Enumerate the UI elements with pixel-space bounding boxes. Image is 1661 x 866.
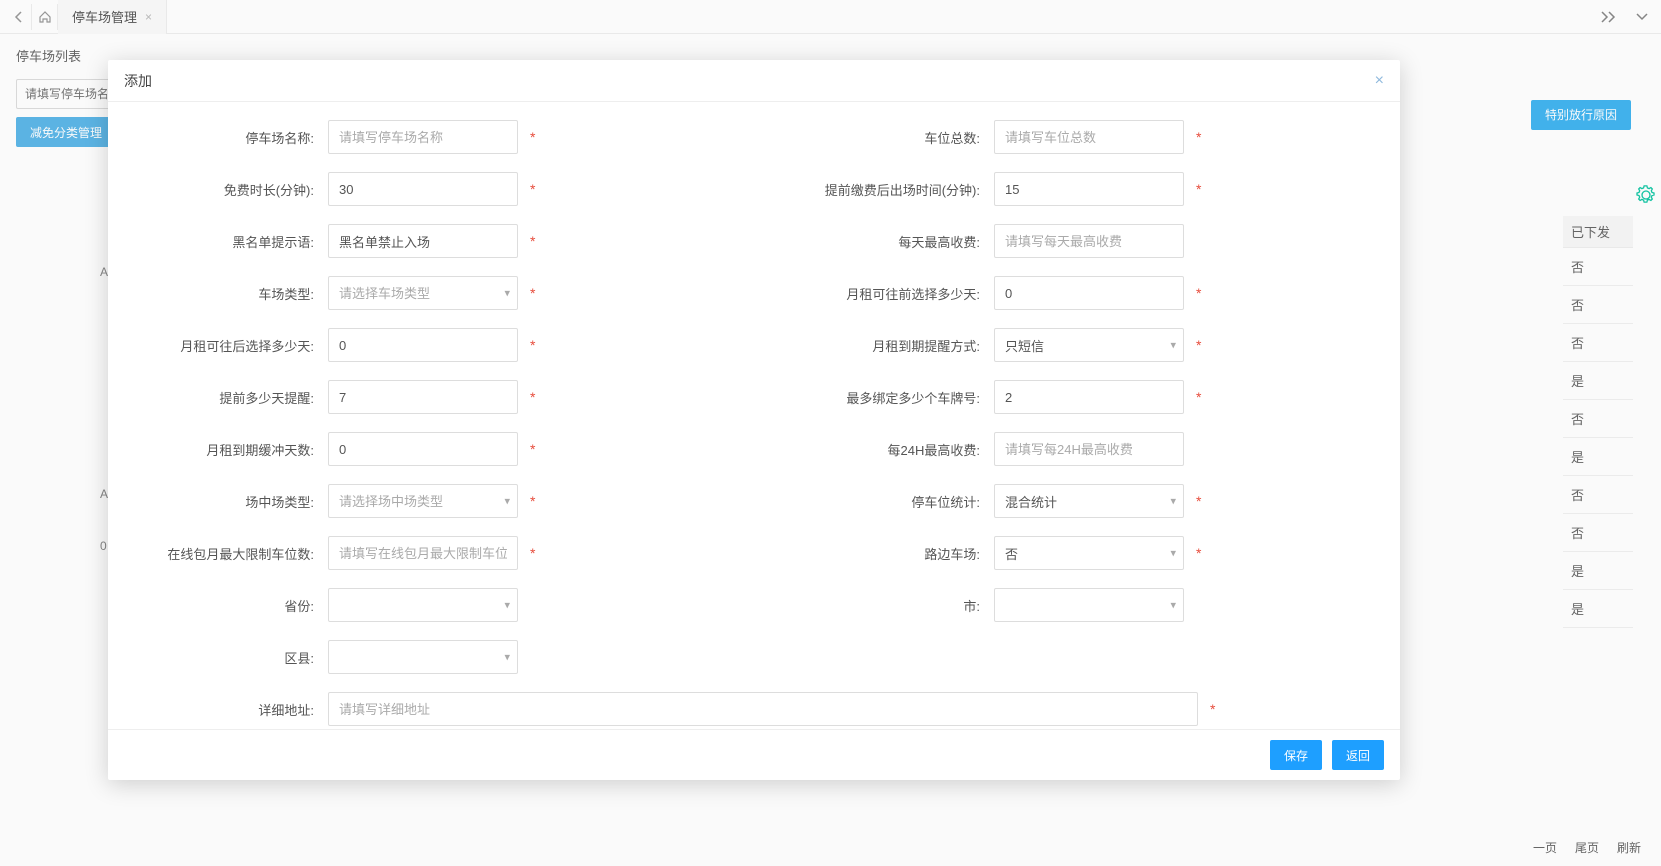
label-monthly-after: 月租可往后选择多少天: (138, 336, 328, 355)
field-leave-minutes: 提前缴费后出场时间(分钟): * (804, 172, 1370, 206)
slot-stats-select[interactable] (994, 484, 1184, 518)
park-type-select[interactable] (328, 276, 518, 310)
total-slots-input[interactable] (994, 120, 1184, 154)
max-24h-input[interactable] (994, 432, 1184, 466)
field-monthly-after: 月租可往后选择多少天: * (138, 328, 704, 362)
required-star: * (1196, 337, 1201, 353)
field-slot-stats: 停车位统计: ▾ * (804, 484, 1370, 518)
field-online-limit: 在线包月最大限制车位数: * (138, 536, 704, 570)
free-minutes-input[interactable] (328, 172, 518, 206)
label-free-minutes: 免费时长(分钟): (138, 180, 328, 199)
required-star: * (1210, 701, 1215, 717)
label-total-slots: 车位总数: (804, 128, 994, 147)
required-star: * (1196, 493, 1201, 509)
label-address: 详细地址: (138, 700, 328, 719)
label-nested-type: 场中场类型: (138, 492, 328, 511)
back-button[interactable]: 返回 (1332, 740, 1384, 770)
field-park-name: 停车场名称: * (138, 120, 704, 154)
required-star: * (530, 441, 535, 457)
field-free-minutes: 免费时长(分钟): * (138, 172, 704, 206)
field-total-slots: 车位总数: * (804, 120, 1370, 154)
field-max-plates: 最多绑定多少个车牌号: * (804, 380, 1370, 414)
leave-minutes-input[interactable] (994, 172, 1184, 206)
label-province: 省份: (138, 596, 328, 615)
required-star: * (1196, 129, 1201, 145)
required-star: * (1196, 545, 1201, 561)
modal-header: 添加 × (108, 60, 1400, 102)
required-star: * (530, 129, 535, 145)
required-star: * (1196, 389, 1201, 405)
field-city: 市: ▾ * (804, 588, 1370, 622)
address-input[interactable] (328, 692, 1198, 726)
label-slot-stats: 停车位统计: (804, 492, 994, 511)
field-remind-method: 月租到期提醒方式: ▾ * (804, 328, 1370, 362)
required-star: * (530, 389, 535, 405)
required-star: * (530, 233, 535, 249)
roadside-select[interactable] (994, 536, 1184, 570)
monthly-before-input[interactable] (994, 276, 1184, 310)
field-nested-type: 场中场类型: ▾ * (138, 484, 704, 518)
buffer-days-input[interactable] (328, 432, 518, 466)
daily-max-input[interactable] (994, 224, 1184, 258)
label-monthly-before: 月租可往前选择多少天: (804, 284, 994, 303)
city-select[interactable] (994, 588, 1184, 622)
field-buffer-days: 月租到期缓冲天数: * (138, 432, 704, 466)
field-roadside: 路边车场: ▾ * (804, 536, 1370, 570)
close-icon[interactable]: × (1375, 72, 1384, 90)
blacklist-tip-input[interactable] (328, 224, 518, 258)
required-star: * (1196, 285, 1201, 301)
required-star: * (530, 545, 535, 561)
field-remind-days: 提前多少天提醒: * (138, 380, 704, 414)
field-district: 区县: ▾ * (138, 640, 704, 674)
label-max-24h: 每24H最高收费: (804, 440, 994, 459)
label-remind-method: 月租到期提醒方式: (804, 336, 994, 355)
label-park-type: 车场类型: (138, 284, 328, 303)
required-star: * (530, 493, 535, 509)
field-park-type: 车场类型: ▾ * (138, 276, 704, 310)
label-daily-max: 每天最高收费: (804, 232, 994, 251)
add-modal: 添加 × 停车场名称: * 车位总数: * 免费时长(分钟): * 提前缴 (108, 60, 1400, 780)
online-limit-input[interactable] (328, 536, 518, 570)
label-max-plates: 最多绑定多少个车牌号: (804, 388, 994, 407)
required-star: * (1196, 181, 1201, 197)
district-select[interactable] (328, 640, 518, 674)
label-roadside: 路边车场: (804, 544, 994, 563)
label-park-name: 停车场名称: (138, 128, 328, 147)
form-grid: 停车场名称: * 车位总数: * 免费时长(分钟): * 提前缴费后出场时间(分… (138, 120, 1370, 729)
province-select[interactable] (328, 588, 518, 622)
label-leave-minutes: 提前缴费后出场时间(分钟): (804, 180, 994, 199)
modal-body: 停车场名称: * 车位总数: * 免费时长(分钟): * 提前缴费后出场时间(分… (108, 102, 1400, 729)
label-buffer-days: 月租到期缓冲天数: (138, 440, 328, 459)
field-monthly-before: 月租可往前选择多少天: * (804, 276, 1370, 310)
park-name-input[interactable] (328, 120, 518, 154)
remind-method-select[interactable] (994, 328, 1184, 362)
field-max-24h: 每24H最高收费: * (804, 432, 1370, 466)
label-remind-days: 提前多少天提醒: (138, 388, 328, 407)
field-address: 详细地址: * (138, 692, 1370, 726)
nested-type-select[interactable] (328, 484, 518, 518)
label-city: 市: (804, 596, 994, 615)
field-blacklist-tip: 黑名单提示语: * (138, 224, 704, 258)
required-star: * (530, 181, 535, 197)
modal-footer: 保存 返回 (108, 729, 1400, 780)
field-daily-max: 每天最高收费: * (804, 224, 1370, 258)
save-button[interactable]: 保存 (1270, 740, 1322, 770)
modal-title: 添加 (124, 71, 152, 91)
label-district: 区县: (138, 648, 328, 667)
remind-days-input[interactable] (328, 380, 518, 414)
max-plates-input[interactable] (994, 380, 1184, 414)
monthly-after-input[interactable] (328, 328, 518, 362)
required-star: * (530, 337, 535, 353)
field-province: 省份: ▾ * (138, 588, 704, 622)
required-star: * (530, 285, 535, 301)
label-online-limit: 在线包月最大限制车位数: (138, 544, 328, 563)
label-blacklist-tip: 黑名单提示语: (138, 232, 328, 251)
